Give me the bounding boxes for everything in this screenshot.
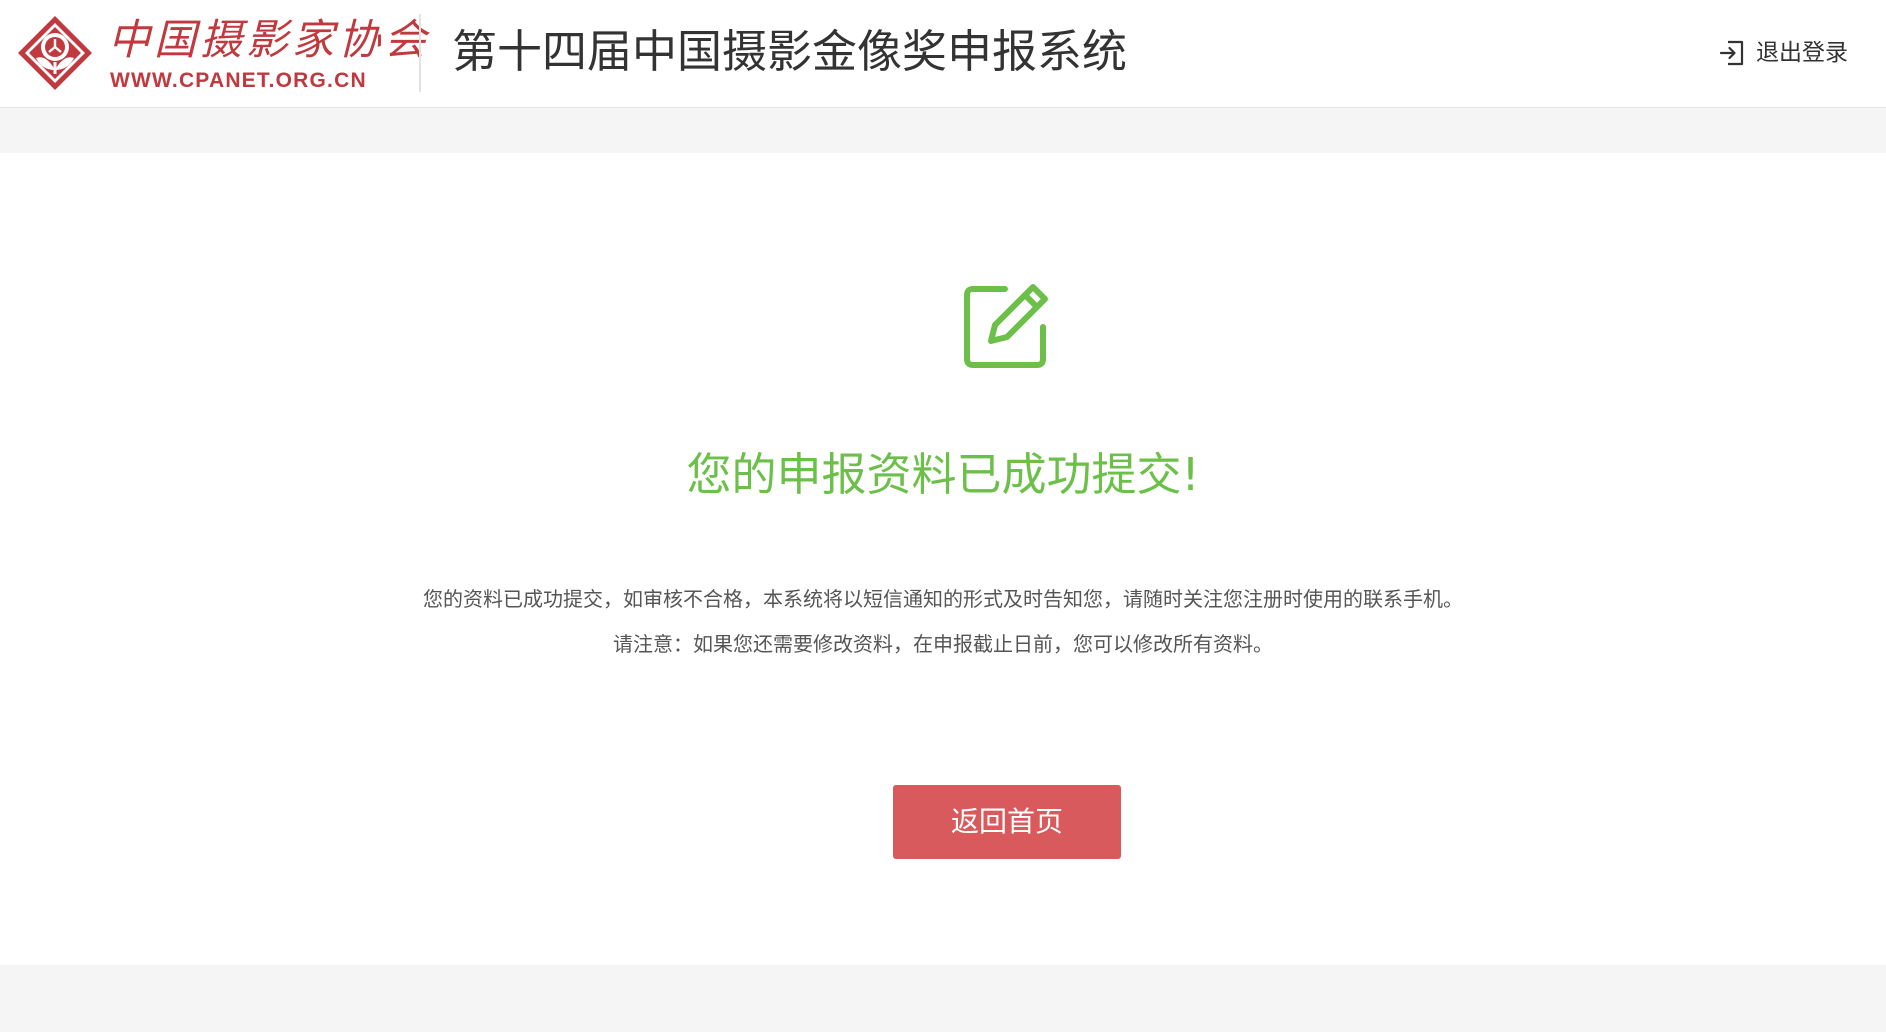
logout-label: 退出登录 — [1756, 40, 1848, 66]
system-title: 第十四届中国摄影金像奖申报系统 — [452, 25, 1128, 78]
cpa-emblem-icon — [18, 16, 92, 90]
modification-note: 请注意：如果您还需要修改资料，在申报截止日前，您可以修改所有资料。 — [613, 632, 1273, 656]
cpa-logo[interactable]: 中国摄影家协会 WWW.CPANET.ORG.CN — [16, 14, 426, 92]
top-header: 中国摄影家协会 WWW.CPANET.ORG.CN 第十四届中国摄影金像奖申报系… — [0, 0, 1886, 108]
cpa-logo-url: WWW.CPANET.ORG.CN — [110, 69, 367, 92]
cpa-logo-text: 中国摄影家协会 — [108, 15, 431, 64]
logout-button[interactable]: 退出登录 — [1718, 36, 1848, 70]
success-title: 您的申报资料已成功提交! — [686, 448, 1200, 501]
logout-icon — [1719, 40, 1744, 66]
header-divider — [419, 14, 421, 92]
submission-result-panel: 您的申报资料已成功提交! 您的资料已成功提交，如审核不合格，本系统将以短信通知的… — [0, 153, 1886, 965]
return-home-button[interactable]: 返回首页 — [893, 785, 1121, 859]
edit-square-icon — [964, 284, 1048, 368]
success-description: 您的资料已成功提交，如审核不合格，本系统将以短信通知的形式及时告知您，请随时关注… — [423, 587, 1463, 611]
